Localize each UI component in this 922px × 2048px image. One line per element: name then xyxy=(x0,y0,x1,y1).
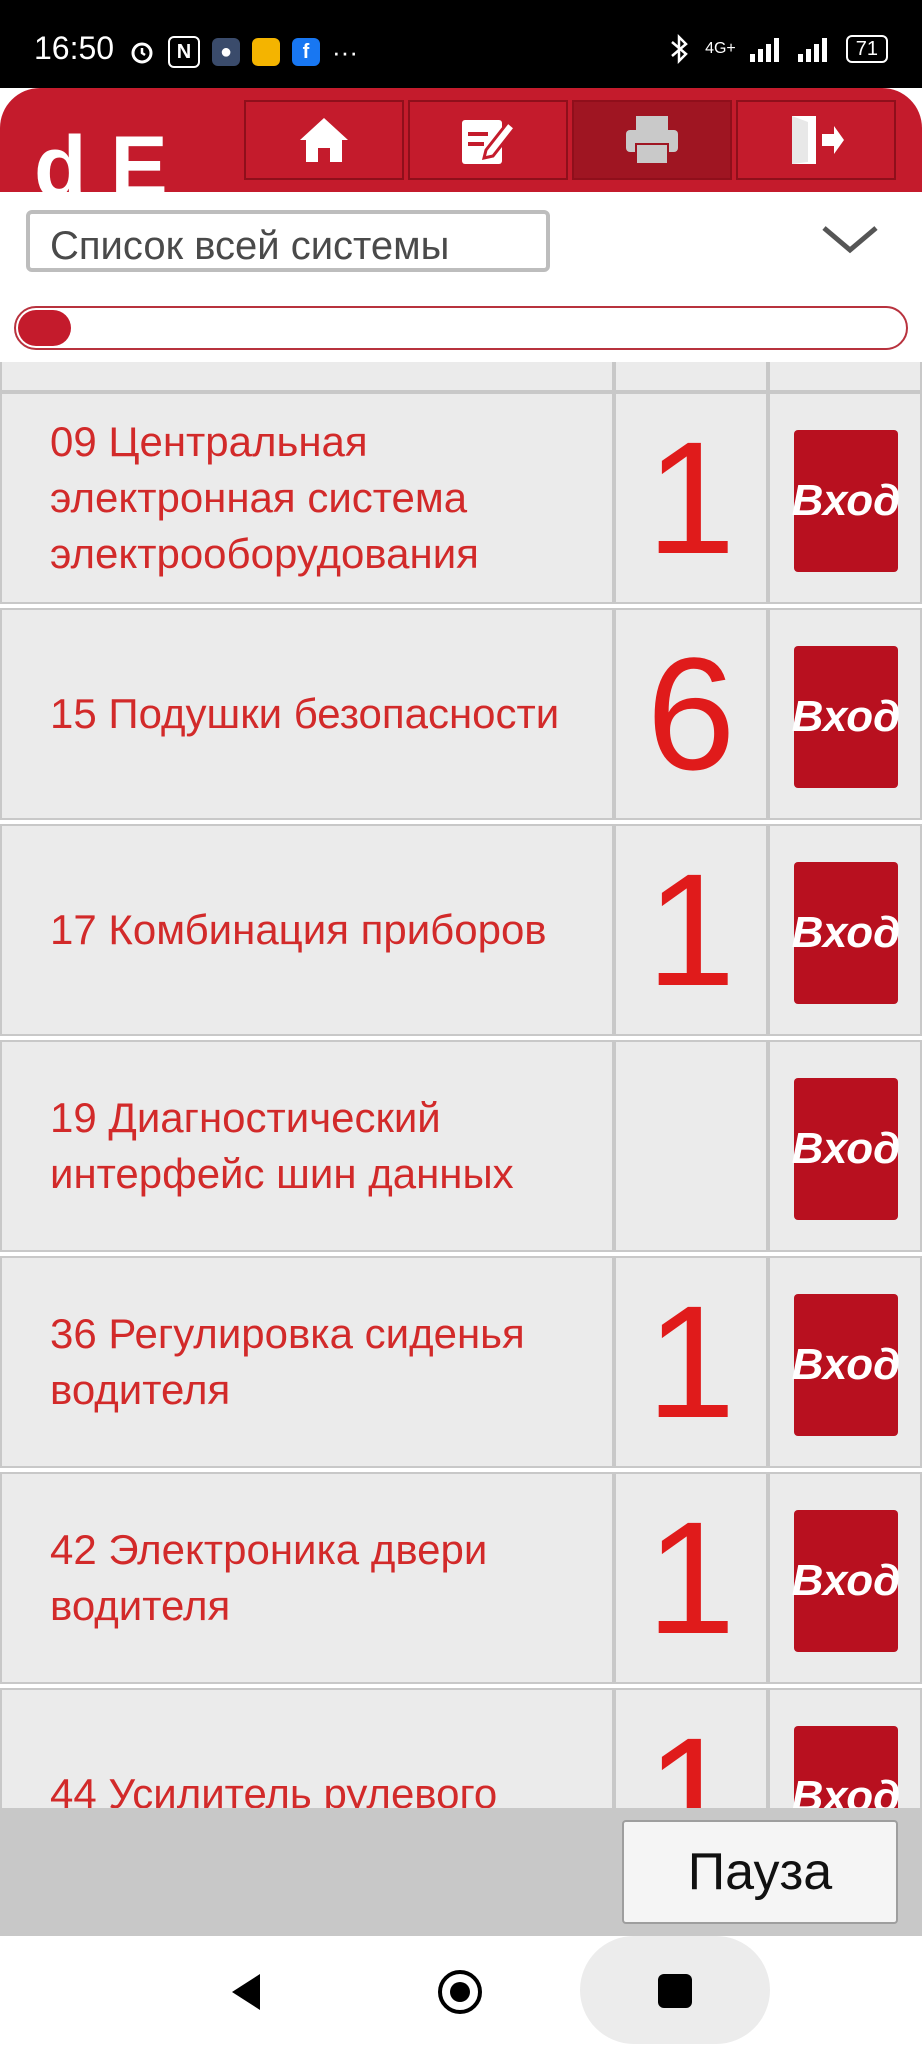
battery-icon: 71 xyxy=(845,35,888,63)
system-name: 17 Комбинация приборов xyxy=(50,906,547,953)
list-item: 17 Комбинация приборов 1 Вхо д xyxy=(0,824,922,1036)
fault-count: 1 xyxy=(646,1488,736,1667)
system-name: 36 Регулировка сиденья водителя xyxy=(50,1310,525,1413)
home-icon xyxy=(300,118,348,162)
enter-button[interactable]: Вхо д xyxy=(792,430,900,572)
bluetooth-icon xyxy=(671,34,688,64)
list-item: 44 Усилитель рулевого 1 Вхо д xyxy=(0,1688,922,1808)
system-name: 44 Усилитель рулевого xyxy=(50,1770,498,1808)
alarm-icon xyxy=(128,38,156,66)
app-header: d E xyxy=(0,88,922,192)
home-button[interactable] xyxy=(244,100,404,180)
back-icon[interactable] xyxy=(226,1970,266,2014)
exit-button[interactable] xyxy=(736,100,896,180)
wallet-icon xyxy=(252,38,280,66)
list-item: 36 Регулировка сиденья водителя 1 Вхо д xyxy=(0,1256,922,1468)
status-time: 16:50 xyxy=(34,30,115,66)
system-name: 42 Электроника двери водителя xyxy=(50,1526,488,1629)
enter-button[interactable]: Вхо д xyxy=(792,1726,900,1808)
list-item: 19 Диагностический интерфейс шин данных … xyxy=(0,1040,922,1252)
list-item: 15 Подушки безопасности 6 Вхо д xyxy=(0,608,922,820)
status-bar: 16:50 N ● f ··· 4G+ 71 xyxy=(0,0,922,88)
list-item: 09 Центральная электронная система элект… xyxy=(0,392,922,604)
facebook-icon: f xyxy=(292,38,320,66)
edit-icon xyxy=(462,119,518,164)
fault-count: 1 xyxy=(646,1704,736,1808)
list-item: 42 Электроника двери водителя 1 Вхо д xyxy=(0,1472,922,1684)
print-icon xyxy=(626,116,678,165)
fault-count: 1 xyxy=(646,840,736,1019)
system-name: 19 Диагностический интерфейс шин данных xyxy=(50,1094,514,1197)
home-circle-icon[interactable] xyxy=(436,1968,484,2016)
edit-button[interactable] xyxy=(408,100,568,180)
system-select[interactable]: Список всей системы xyxy=(26,210,550,272)
signal-icon-2 xyxy=(797,38,827,62)
system-icons: 4G+ 71 xyxy=(669,34,888,64)
more-notifications-icon: ··· xyxy=(332,36,358,67)
enter-button[interactable]: Вхо д xyxy=(792,1294,900,1436)
system-name: 15 Подушки безопасности xyxy=(50,690,560,737)
recents-icon[interactable] xyxy=(656,1972,694,2010)
scan-progress-bar xyxy=(14,306,908,350)
fault-count: 1 xyxy=(646,1272,736,1451)
enter-button[interactable]: Вхо д xyxy=(792,1078,900,1220)
exit-icon xyxy=(792,116,844,164)
fault-count: 1 xyxy=(646,408,736,587)
nfc-icon: N xyxy=(168,36,200,68)
pause-button[interactable]: Пауза xyxy=(622,1820,898,1924)
list-item xyxy=(0,362,922,392)
chevron-down-icon[interactable] xyxy=(820,224,880,254)
app-logo: d E xyxy=(34,124,168,192)
systems-list[interactable]: 09 Центральная электронная система элект… xyxy=(0,362,922,1808)
system-name: 09 Центральная электронная система элект… xyxy=(50,418,479,577)
print-button[interactable] xyxy=(572,100,732,180)
enter-button[interactable]: Вхо д xyxy=(792,1510,900,1652)
app-icon: ● xyxy=(212,38,240,66)
fault-count: 6 xyxy=(646,624,736,803)
fault-count xyxy=(616,1042,766,1250)
enter-button[interactable]: Вхо д xyxy=(792,862,900,1004)
enter-button[interactable]: Вхо д xyxy=(792,646,900,788)
network-type: 4G+ xyxy=(705,40,736,57)
progress-fill xyxy=(18,310,71,346)
system-nav-bar xyxy=(0,1936,922,2048)
signal-icon xyxy=(749,38,779,62)
notification-icons: N ● f ··· xyxy=(128,36,358,68)
bottom-action-bar: Пауза xyxy=(0,1808,922,1936)
